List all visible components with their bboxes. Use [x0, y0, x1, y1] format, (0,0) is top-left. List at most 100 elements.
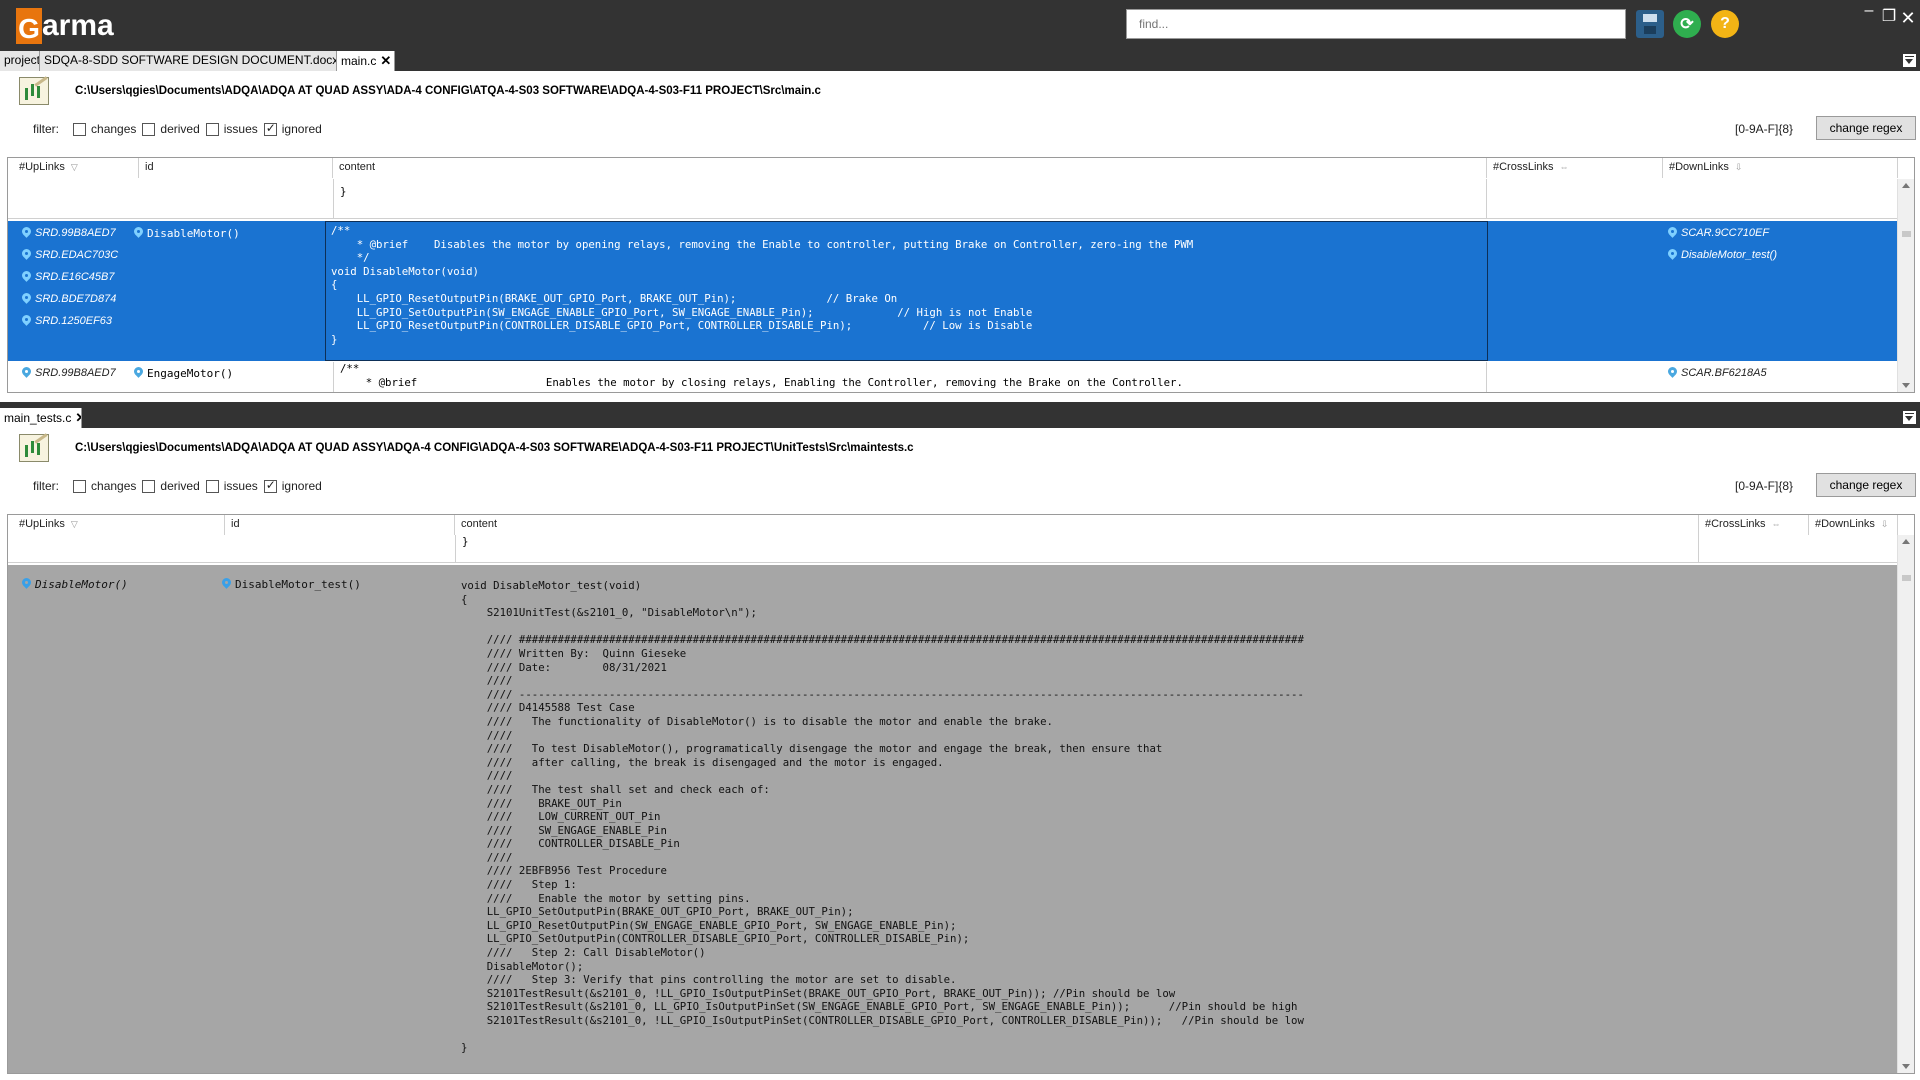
- find-input[interactable]: [1126, 9, 1626, 39]
- sort-icon: ▽: [70, 519, 78, 529]
- downlink-item[interactable]: SCAR.BF6218A5: [1668, 362, 1878, 384]
- link-text: SRD.99B8AED7: [35, 227, 116, 239]
- id-cell: DisableMotor(): [134, 221, 333, 361]
- chart-document-icon: [19, 434, 49, 462]
- scroll-down-icon[interactable]: [1902, 1064, 1910, 1069]
- filter-row: filter: changes derived issues ignored: [33, 478, 322, 494]
- id-item[interactable]: DisableMotor_test(): [222, 573, 454, 595]
- tab-sdd-document[interactable]: SDQA-8-SDD SOFTWARE DESIGN DOCUMENT.docx: [40, 51, 337, 71]
- save-icon[interactable]: [1636, 10, 1664, 38]
- app-logo: G arma: [16, 8, 114, 44]
- column-header-crosslinks[interactable]: #CrossLinks ⇔: [1487, 158, 1663, 178]
- content-cell[interactable]: /** * @brief Disables the motor by openi…: [325, 221, 1488, 361]
- close-tab-icon[interactable]: ✕: [75, 410, 81, 425]
- help-icon[interactable]: ?: [1711, 10, 1739, 38]
- change-regex-button[interactable]: change regex: [1816, 473, 1916, 497]
- column-header-content[interactable]: content: [455, 515, 1699, 535]
- link-pin-icon: [222, 578, 231, 590]
- uplink-item[interactable]: SRD.99B8AED7: [22, 222, 134, 244]
- link-text: SCAR.9CC710EF: [1681, 227, 1770, 239]
- scroll-down-icon[interactable]: [1902, 383, 1910, 388]
- tab-main-tests-c[interactable]: main_tests.c✕: [0, 408, 82, 428]
- top-tab-strip: project SDQA-8-SDD SOFTWARE DESIGN DOCUM…: [0, 51, 1920, 71]
- tab-list-dropdown-icon[interactable]: [1903, 54, 1916, 67]
- vertical-scrollbar[interactable]: [1897, 179, 1914, 392]
- app-toolbar: G arma ⟳ ? – ❐ ✕: [0, 0, 1920, 52]
- header-text: #UpLinks: [19, 518, 65, 530]
- table-row[interactable]: }: [8, 535, 1898, 563]
- content-cell[interactable]: void DisableMotor_test(void) { S2101Unit…: [455, 565, 1699, 1073]
- code-content: void DisableMotor_test(void) { S2101Unit…: [461, 579, 1304, 1055]
- table-row-highlighted[interactable]: DisableMotor() DisableMotor_test() void …: [8, 565, 1898, 1073]
- column-header-id[interactable]: id: [225, 515, 455, 535]
- filter-issues-checkbox[interactable]: [205, 479, 219, 493]
- column-header-id[interactable]: id: [139, 158, 333, 178]
- downlinks-cell: SCAR.BF6218A5: [1668, 362, 1878, 392]
- tab-label: SDQA-8-SDD SOFTWARE DESIGN DOCUMENT.docx: [44, 53, 337, 67]
- sync-icon[interactable]: ⟳: [1673, 10, 1701, 38]
- uplink-item[interactable]: DisableMotor(): [22, 573, 222, 595]
- uplink-item[interactable]: SRD.99B8AED7: [22, 362, 134, 384]
- uplinks-cell: SRD.99B8AED7 SRD.EDAC703C SRD.E16C45B7 S…: [22, 221, 134, 361]
- column-header-crosslinks[interactable]: #CrossLinks ⇔: [1699, 515, 1809, 535]
- tab-main-c[interactable]: main.c ✕: [337, 51, 395, 71]
- link-text: SRD.99B8AED7: [35, 367, 116, 379]
- tab-label: main_tests.c: [4, 411, 72, 425]
- link-text: SRD.1250EF63: [35, 315, 113, 327]
- file-path: C:\Users\qgies\Documents\ADQA\ADQA AT QU…: [75, 442, 914, 454]
- column-header-uplinks[interactable]: #UpLinks ▽: [13, 515, 225, 535]
- uplink-item[interactable]: SRD.EDAC703C: [22, 244, 134, 266]
- filter-ignored-label: ignored: [281, 479, 322, 493]
- id-item[interactable]: EngageMotor(): [134, 362, 333, 384]
- filter-changes-checkbox[interactable]: [73, 122, 87, 136]
- column-header-uplinks[interactable]: #UpLinks ▽: [13, 158, 139, 178]
- uplink-item[interactable]: SRD.1250EF63: [22, 310, 134, 332]
- link-text: SRD.E16C45B7: [35, 271, 115, 283]
- filter-derived-checkbox[interactable]: [142, 479, 156, 493]
- column-header-content[interactable]: content: [333, 158, 1487, 178]
- filter-derived-checkbox[interactable]: [142, 122, 156, 136]
- table-row[interactable]: SRD.99B8AED7 EngageMotor() /** * @brief …: [8, 362, 1898, 392]
- column-header-downlinks[interactable]: #DownLinks ⇩: [1809, 515, 1898, 535]
- id-text: DisableMotor(): [147, 226, 240, 240]
- id-cell: EngageMotor(): [134, 362, 333, 392]
- tab-project[interactable]: project: [0, 51, 40, 71]
- uplink-item[interactable]: SRD.E16C45B7: [22, 266, 134, 288]
- downlink-item[interactable]: SCAR.9CC710EF: [1668, 222, 1878, 244]
- link-pin-icon: [22, 315, 31, 327]
- close-window-button[interactable]: ✕: [1899, 8, 1917, 29]
- header-text: id: [231, 518, 240, 530]
- filter-ignored-checkbox[interactable]: [263, 478, 277, 493]
- downlink-item[interactable]: DisableMotor_test(): [1668, 244, 1878, 266]
- filter-issues-checkbox[interactable]: [205, 122, 219, 136]
- change-regex-button[interactable]: change regex: [1816, 116, 1916, 140]
- vertical-scrollbar[interactable]: [1897, 535, 1914, 1073]
- uplink-item[interactable]: SRD.BDE7D874: [22, 288, 134, 310]
- tab-list-dropdown-icon[interactable]: [1903, 411, 1916, 424]
- link-pin-icon: [22, 271, 31, 283]
- column-header-downlinks[interactable]: #DownLinks ⇩: [1663, 158, 1898, 178]
- minimize-button[interactable]: –: [1860, 2, 1878, 20]
- link-pin-icon: [22, 227, 31, 239]
- filter-label: filter:: [33, 479, 60, 493]
- maximize-button[interactable]: ❐: [1880, 6, 1898, 26]
- scroll-thumb[interactable]: [1902, 231, 1911, 237]
- filter-changes-checkbox[interactable]: [73, 479, 87, 493]
- table-row[interactable]: }: [8, 179, 1898, 219]
- file-path: C:\Users\qgies\Documents\ADQA\ADQA AT QU…: [75, 85, 821, 97]
- link-pin-icon: [22, 249, 31, 261]
- scroll-thumb[interactable]: [1902, 575, 1911, 581]
- id-item[interactable]: DisableMotor(): [134, 222, 333, 244]
- filter-ignored-label: ignored: [281, 122, 322, 136]
- code-content: /** * @brief Enables the motor by closin…: [340, 362, 1183, 389]
- filter-derived-label: derived: [160, 122, 200, 136]
- filter-ignored-checkbox[interactable]: [263, 121, 277, 136]
- scroll-up-icon[interactable]: [1902, 183, 1910, 188]
- link-text: DisableMotor_test(): [1681, 249, 1777, 261]
- content-cell[interactable]: /** * @brief Enables the motor by closin…: [333, 362, 1487, 392]
- table-row-selected[interactable]: SRD.99B8AED7 SRD.EDAC703C SRD.E16C45B7 S…: [8, 221, 1898, 361]
- code-content: }: [462, 535, 469, 548]
- close-tab-icon[interactable]: ✕: [380, 53, 391, 68]
- splitter[interactable]: [0, 402, 1920, 408]
- scroll-up-icon[interactable]: [1902, 539, 1910, 544]
